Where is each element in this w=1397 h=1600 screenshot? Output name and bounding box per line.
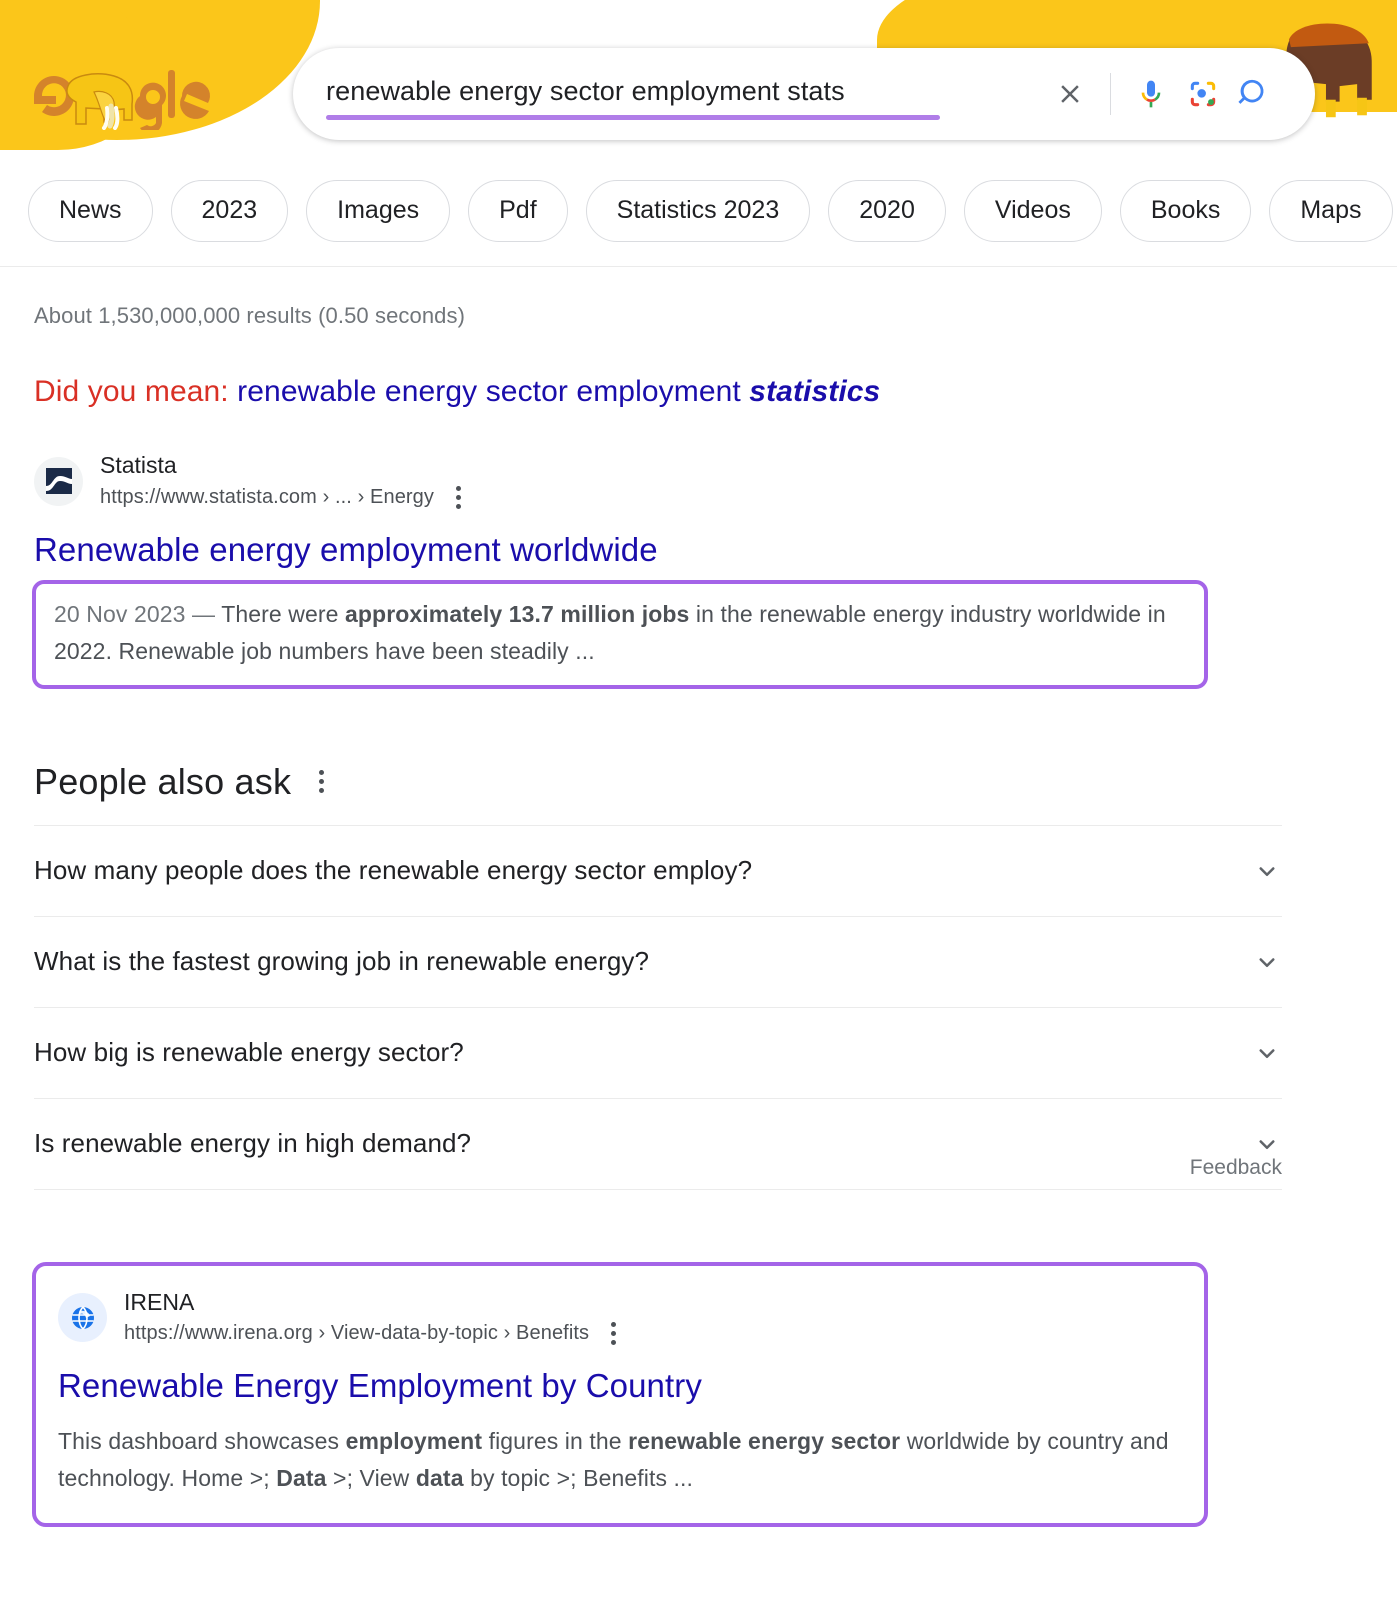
google-logo[interactable] (22, 62, 222, 130)
irena-highlight-box: IRENA https://www.irena.org › View-data-… (32, 1261, 1208, 1527)
site-name: IRENA (124, 1288, 195, 1315)
snippet-bold: renewable energy sector (628, 1427, 901, 1454)
did-you-mean-link[interactable]: renewable energy sector employment (237, 375, 741, 408)
snippet-bold: Data (276, 1464, 327, 1491)
chip-images[interactable]: Images (306, 179, 451, 242)
did-you-mean-emphasis[interactable]: statistics (749, 375, 880, 408)
search-input-zone[interactable]: renewable energy sector employment stats (293, 48, 1044, 140)
snippet-bold: data (415, 1464, 464, 1491)
globe-icon (58, 1293, 107, 1343)
paa-question-2[interactable]: What is the fastest growing job in renew… (34, 915, 1282, 1007)
paa-header: People also ask (34, 761, 1282, 803)
snippet-text: by topic >; Benefits ... (463, 1464, 694, 1491)
site-name: Statista (100, 452, 177, 478)
query-highlight-underline (326, 115, 940, 120)
chip-maps[interactable]: Maps (1269, 179, 1393, 242)
result-title-link[interactable]: Renewable energy employment worldwide (34, 529, 1397, 570)
result-header: Statista https://www.statista.com › ... … (34, 451, 1397, 512)
snippet-text: >; View (326, 1464, 416, 1491)
result-snippet: This dashboard showcases employment figu… (58, 1423, 1182, 1498)
snippet-bold: approximately 13.7 million jobs (345, 601, 690, 627)
people-also-ask: People also ask How many people does the… (34, 761, 1282, 1190)
chevron-down-icon[interactable] (1252, 1038, 1282, 1068)
google-lens-icon[interactable] (1177, 68, 1229, 120)
search-input[interactable]: renewable energy sector employment stats (326, 77, 845, 111)
site-url-row: https://www.statista.com › ... › Energy (100, 483, 467, 512)
result-header: IRENA https://www.irena.org › View-data-… (58, 1288, 1182, 1349)
chevron-down-icon[interactable] (1252, 1129, 1282, 1159)
paa-question-1[interactable]: How many people does the renewable energ… (34, 824, 1282, 916)
paa-question-text: What is the fastest growing job in renew… (34, 946, 650, 976)
paa-question-text: Is renewable energy in high demand? (34, 1128, 472, 1158)
search-results-main: About 1,530,000,000 results (0.50 second… (0, 303, 1397, 1527)
paa-title: People also ask (34, 760, 292, 802)
snippet-text: This dashboard showcases (58, 1427, 346, 1454)
site-url: https://www.statista.com › ... › Energy (100, 485, 434, 508)
results-count: About 1,530,000,000 results (0.50 second… (34, 303, 466, 328)
chevron-down-icon[interactable] (1252, 947, 1282, 977)
filter-chips-row: News 2023 Images Pdf Statistics 2023 202… (0, 155, 1397, 267)
snippet-pre: There were (215, 601, 346, 627)
google-doodle-logo-icon (34, 70, 210, 130)
site-url-row: https://www.irena.org › View-data-by-top… (124, 1319, 622, 1348)
paa-question-3[interactable]: How big is renewable energy sector? (34, 1006, 1282, 1098)
search-bar-icons (1044, 48, 1315, 140)
did-you-mean: Did you mean: renewable energy sector em… (34, 375, 1397, 409)
site-url: https://www.irena.org › View-data-by-top… (124, 1322, 590, 1345)
snippet-text: figures in the (482, 1427, 629, 1454)
site-meta: IRENA https://www.irena.org › View-data-… (124, 1288, 622, 1349)
snippet-bold: employment (345, 1427, 483, 1454)
result-snippet: 20 Nov 2023 — There were approximately 1… (54, 596, 1186, 671)
result-title-link[interactable]: Renewable Energy Employment by Country (58, 1365, 1182, 1406)
site-meta: Statista https://www.statista.com › ... … (100, 451, 467, 512)
paa-more-options-icon[interactable] (313, 767, 330, 796)
chip-videos[interactable]: Videos (963, 179, 1102, 242)
paa-list: How many people does the renewable energ… (34, 824, 1282, 1190)
chevron-down-icon[interactable] (1252, 856, 1282, 886)
search-header: renewable energy sector employment stats (0, 0, 1397, 155)
divider (1110, 73, 1111, 115)
paa-question-text: How many people does the renewable energ… (34, 855, 753, 885)
snippet-date: 20 Nov 2023 — (54, 601, 216, 627)
snippet-highlight-box: 20 Nov 2023 — There were approximately 1… (32, 580, 1208, 689)
chip-2023[interactable]: 2023 (170, 179, 289, 242)
paa-question-text: How big is renewable energy sector? (34, 1037, 464, 1067)
more-options-icon[interactable] (450, 483, 467, 512)
more-options-icon[interactable] (605, 1319, 622, 1348)
chip-books[interactable]: Books (1119, 179, 1252, 242)
chip-news[interactable]: News (28, 179, 153, 242)
search-bar[interactable]: renewable energy sector employment stats (293, 48, 1315, 140)
feedback-link[interactable]: Feedback (1190, 1156, 1282, 1180)
chip-2020[interactable]: 2020 (828, 179, 946, 242)
clear-icon[interactable] (1044, 68, 1096, 120)
statista-favicon-icon (34, 456, 83, 506)
chip-statistics-2023[interactable]: Statistics 2023 (585, 179, 811, 242)
search-result-irena: IRENA https://www.irena.org › View-data-… (58, 1288, 1182, 1498)
paa-question-4[interactable]: Is renewable energy in high demand? (34, 1097, 1282, 1189)
search-submit-icon[interactable] (1229, 68, 1281, 120)
did-you-mean-label: Did you mean: (34, 375, 229, 408)
paa-footer: Feedback (34, 1156, 1282, 1190)
search-result-statista: Statista https://www.statista.com › ... … (32, 451, 1397, 689)
microphone-icon[interactable] (1125, 68, 1177, 120)
chip-pdf[interactable]: Pdf (468, 179, 568, 242)
